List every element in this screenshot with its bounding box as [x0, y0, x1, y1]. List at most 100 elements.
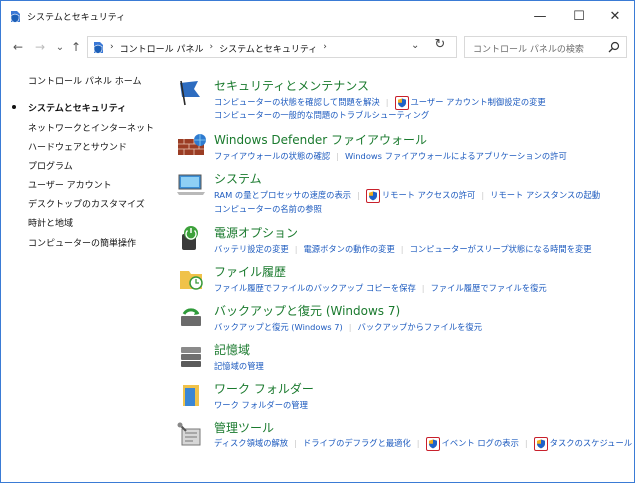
section-links: コンピューターの状態を確認して問題を解決 | ユーザー アカウント制御設定の変更: [214, 95, 546, 110]
power-icon: [182, 226, 198, 250]
link-separator: |: [416, 438, 420, 448]
link-disk-cleanup[interactable]: ディスク領域の解放: [214, 437, 288, 449]
link-troubleshooting[interactable]: コンピューターの一般的な問題のトラブルシューティング: [214, 109, 429, 121]
breadcrumb-chevron-icon[interactable]: ›: [323, 42, 327, 55]
link-remote-assistance[interactable]: リモート アシスタンスの起動: [490, 189, 600, 201]
section-links: コンピューターの一般的な問題のトラブルシューティング: [214, 109, 429, 121]
link-power-button[interactable]: 電源ボタンの動作の変更: [303, 243, 394, 255]
address-dropdown-chevron-icon[interactable]: ⌄: [411, 40, 419, 51]
link-save-backup[interactable]: ファイル履歴でファイルのバックアップ コピーを保存: [214, 282, 416, 294]
link-event-log[interactable]: イベント ログの表示: [442, 437, 519, 449]
sidebar: コントロール パネル ホーム システムとセキュリティ ネットワークとインターネッ…: [1, 61, 171, 481]
section-power: 電源オプション バッテリ設定の変更 | 電源ボタンの動作の変更 | コンピュータ…: [176, 224, 631, 258]
link-backup-restore-win7[interactable]: バックアップと復元 (Windows 7): [214, 321, 343, 333]
section-title[interactable]: バックアップと復元 (Windows 7): [214, 302, 400, 319]
sidebar-item-ease-of-access[interactable]: コンピューターの簡単操作: [28, 236, 136, 249]
sidebar-item-user-accounts[interactable]: ユーザー アカウント: [28, 178, 112, 191]
link-defrag[interactable]: ドライブのデフラグと最適化: [303, 437, 411, 449]
section-firewall: Windows Defender ファイアウォール ファイアウォールの状態の確認…: [176, 131, 631, 165]
shield-app-icon: [10, 11, 20, 23]
title-bar[interactable]: システムとセキュリティ — ☐ ✕: [1, 1, 634, 31]
link-manage-work-folders[interactable]: ワーク フォルダーの管理: [214, 399, 308, 411]
search-placeholder: コントロール パネルの検索: [473, 45, 584, 55]
minimize-button[interactable]: —: [518, 1, 562, 31]
sidebar-item-system-security[interactable]: システムとセキュリティ: [28, 101, 126, 114]
link-separator: |: [348, 322, 352, 332]
section-links: バッテリ設定の変更 | 電源ボタンの動作の変更 | コンピューターがスリープ状態…: [214, 243, 592, 255]
link-task-scheduler[interactable]: タスクのスケジュール: [550, 437, 632, 449]
section-links: ワーク フォルダーの管理: [214, 399, 308, 411]
section-title[interactable]: Windows Defender ファイアウォール: [214, 131, 427, 148]
link-battery-settings[interactable]: バッテリ設定の変更: [214, 243, 289, 255]
uac-shield-icon: [425, 437, 440, 451]
section-system: システム RAM の量とプロセッサの速度の表示 | リモート アクセスの許可 |…: [176, 170, 631, 216]
sidebar-item-clock-region[interactable]: 時計と地域: [28, 216, 73, 229]
link-separator: |: [400, 244, 404, 254]
link-separator: |: [357, 190, 360, 200]
section-title[interactable]: 管理ツール: [214, 419, 274, 436]
section-links: ファイル履歴でファイルのバックアップ コピーを保存 | ファイル履歴でファイルを…: [214, 282, 547, 294]
section-links: 記憶域の管理: [214, 360, 264, 372]
breadcrumb: › コントロール パネル › システムとセキュリティ ›: [110, 42, 333, 55]
file-history-icon: [180, 271, 203, 290]
control-panel-window: システムとセキュリティ — ☐ ✕ ← → ⌄ ↑ › コントロール パネル ›…: [0, 0, 635, 483]
work-folders-icon: [183, 385, 199, 406]
control-panel-icon: [93, 42, 103, 54]
forward-arrow-icon[interactable]: →: [31, 37, 49, 57]
navigation-bar: ← → ⌄ ↑ › コントロール パネル › システムとセキュリティ › ⌄ ↻…: [1, 33, 634, 61]
link-firewall-status[interactable]: ファイアウォールの状態の確認: [214, 150, 330, 162]
section-admin-tools: 管理ツール ディスク領域の解放 | ドライブのデフラグと最適化 | イベント ロ…: [176, 419, 632, 453]
admin-tools-icon: [177, 422, 201, 446]
window-title: システムとセキュリティ: [27, 13, 126, 23]
computer-icon: [177, 174, 205, 195]
section-work-folders: ワーク フォルダー ワーク フォルダーの管理: [176, 380, 631, 414]
link-manage-storage[interactable]: 記憶域の管理: [214, 360, 264, 372]
section-title[interactable]: ファイル履歴: [214, 263, 286, 280]
link-remote-access[interactable]: リモート アクセスの許可: [382, 189, 476, 201]
link-restore-files[interactable]: ファイル履歴でファイルを復元: [431, 282, 547, 294]
address-bar[interactable]: › コントロール パネル › システムとセキュリティ › ⌄: [87, 36, 457, 58]
link-computer-name[interactable]: コンピューターの名前の参照: [214, 203, 322, 215]
section-links: バックアップと復元 (Windows 7) | バックアップからファイルを復元: [214, 321, 482, 333]
back-arrow-icon[interactable]: ←: [9, 37, 27, 57]
uac-shield-icon: [365, 189, 380, 203]
uac-shield-icon: [533, 437, 548, 451]
link-restore-from-backup[interactable]: バックアップからファイルを復元: [358, 321, 482, 333]
flag-icon: [180, 80, 200, 106]
breadcrumb-item-system-security[interactable]: システムとセキュリティ: [219, 42, 317, 55]
refresh-icon[interactable]: ↻: [431, 37, 449, 55]
section-title[interactable]: 電源オプション: [214, 224, 298, 241]
up-arrow-icon[interactable]: ↑: [67, 37, 85, 57]
link-allow-app[interactable]: Windows ファイアウォールによるアプリケーションの許可: [345, 150, 567, 162]
section-file-history: ファイル履歴 ファイル履歴でファイルのバックアップ コピーを保存 | ファイル履…: [176, 263, 631, 297]
link-check-status[interactable]: コンピューターの状態を確認して問題を解決: [214, 96, 380, 108]
section-security-maintenance: セキュリティとメンテナンス コンピューターの状態を確認して問題を解決 | ユーザ…: [176, 77, 631, 123]
sidebar-item-hardware[interactable]: ハードウェアとサウンド: [28, 140, 127, 153]
breadcrumb-chevron-icon[interactable]: ›: [110, 42, 114, 55]
section-links: RAM の量とプロセッサの速度の表示 | リモート アクセスの許可 | リモート…: [214, 188, 600, 203]
breadcrumb-chevron-icon[interactable]: ›: [209, 42, 213, 55]
sidebar-item-network[interactable]: ネットワークとインターネット: [28, 121, 154, 134]
link-separator: |: [524, 438, 528, 448]
section-title[interactable]: セキュリティとメンテナンス: [214, 77, 369, 94]
close-button[interactable]: ✕: [593, 1, 635, 31]
link-ram-processor[interactable]: RAM の量とプロセッサの速度の表示: [214, 189, 351, 201]
section-title[interactable]: 記憶域: [214, 341, 250, 358]
link-sleep-time[interactable]: コンピューターがスリープ状態になる時間を変更: [410, 243, 592, 255]
link-separator: |: [294, 438, 297, 448]
section-title[interactable]: システム: [214, 170, 262, 187]
backup-icon: [181, 308, 201, 326]
breadcrumb-item-control-panel[interactable]: コントロール パネル: [120, 42, 204, 55]
firewall-icon: [178, 134, 206, 155]
search-icon[interactable]: [608, 41, 620, 53]
section-links: ファイアウォールの状態の確認 | Windows ファイアウォールによるアプリケ…: [214, 150, 567, 162]
sidebar-item-desktop[interactable]: デスクトップのカスタマイズ: [28, 197, 145, 210]
link-separator: |: [421, 283, 425, 293]
section-backup-restore: バックアップと復元 (Windows 7) バックアップと復元 (Windows…: [176, 302, 631, 336]
search-input[interactable]: コントロール パネルの検索: [464, 36, 627, 58]
sidebar-item-home[interactable]: コントロール パネル ホーム: [28, 74, 141, 87]
link-uac-settings[interactable]: ユーザー アカウント制御設定の変更: [411, 96, 546, 108]
sidebar-item-programs[interactable]: プログラム: [28, 159, 73, 172]
uac-shield-icon: [394, 96, 409, 110]
section-title[interactable]: ワーク フォルダー: [214, 380, 314, 397]
